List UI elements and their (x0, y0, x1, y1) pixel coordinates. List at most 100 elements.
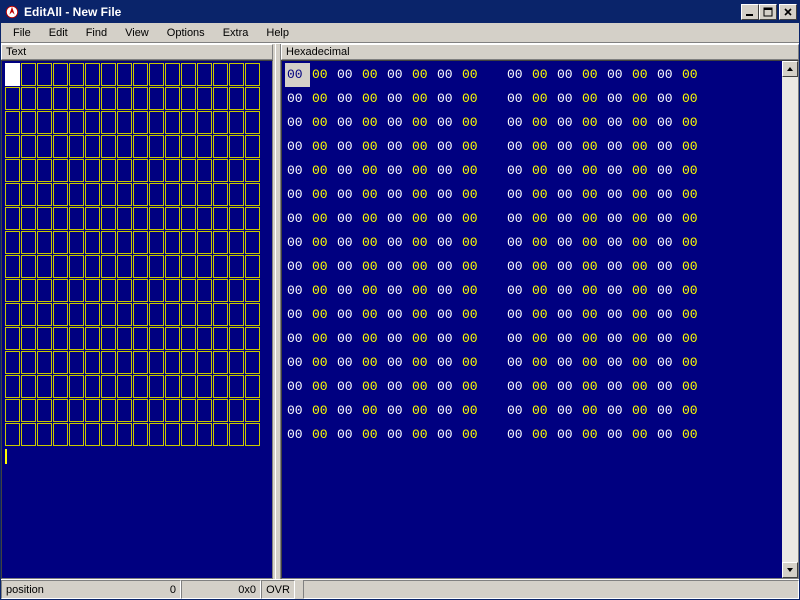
hex-byte[interactable]: 00 (680, 159, 705, 183)
hex-byte[interactable]: 00 (410, 423, 435, 447)
text-glyph[interactable] (165, 255, 180, 278)
hex-byte[interactable]: 00 (335, 255, 360, 279)
text-glyph[interactable] (37, 279, 52, 302)
hex-byte[interactable]: 00 (335, 423, 360, 447)
menu-file[interactable]: File (5, 25, 39, 41)
text-glyph[interactable] (69, 327, 84, 350)
text-glyph[interactable] (181, 231, 196, 254)
hex-byte[interactable]: 00 (505, 111, 530, 135)
hex-byte[interactable]: 00 (530, 183, 555, 207)
text-glyph[interactable] (53, 279, 68, 302)
hex-byte[interactable]: 00 (335, 135, 360, 159)
text-glyph[interactable] (5, 279, 20, 302)
text-glyph[interactable] (69, 399, 84, 422)
text-glyph[interactable] (213, 279, 228, 302)
hex-byte[interactable]: 00 (335, 63, 360, 87)
text-glyph[interactable] (165, 303, 180, 326)
text-glyph[interactable] (37, 255, 52, 278)
text-glyph[interactable] (37, 327, 52, 350)
text-glyph[interactable] (213, 135, 228, 158)
hex-byte[interactable]: 00 (360, 63, 385, 87)
text-glyph[interactable] (53, 255, 68, 278)
hex-byte[interactable]: 00 (680, 423, 705, 447)
text-glyph[interactable] (117, 399, 132, 422)
hex-byte[interactable]: 00 (655, 399, 680, 423)
hex-byte[interactable]: 00 (285, 255, 310, 279)
text-glyph[interactable] (149, 279, 164, 302)
hex-byte[interactable]: 00 (630, 279, 655, 303)
hex-byte[interactable]: 00 (655, 111, 680, 135)
hex-byte[interactable]: 00 (435, 231, 460, 255)
hex-byte[interactable]: 00 (680, 303, 705, 327)
hex-byte[interactable]: 00 (310, 351, 335, 375)
text-glyph[interactable] (5, 375, 20, 398)
hex-byte[interactable]: 00 (605, 279, 630, 303)
text-glyph[interactable] (229, 159, 244, 182)
text-glyph[interactable] (69, 63, 84, 86)
text-glyph[interactable] (117, 87, 132, 110)
hex-byte[interactable]: 00 (605, 111, 630, 135)
text-glyph[interactable] (165, 207, 180, 230)
text-glyph[interactable] (101, 303, 116, 326)
hex-byte[interactable]: 00 (460, 135, 485, 159)
hex-byte[interactable]: 00 (605, 63, 630, 87)
text-glyph[interactable] (149, 231, 164, 254)
text-glyph[interactable] (21, 255, 36, 278)
text-glyph[interactable] (85, 135, 100, 158)
hex-byte[interactable]: 00 (435, 87, 460, 111)
text-glyph[interactable] (21, 87, 36, 110)
text-glyph[interactable] (37, 399, 52, 422)
text-glyph[interactable] (101, 63, 116, 86)
hex-byte[interactable]: 00 (605, 399, 630, 423)
hex-byte[interactable]: 00 (310, 135, 335, 159)
hex-byte[interactable]: 00 (680, 399, 705, 423)
text-glyph[interactable] (229, 87, 244, 110)
text-glyph[interactable] (149, 423, 164, 446)
hex-byte[interactable]: 00 (530, 351, 555, 375)
menu-view[interactable]: View (117, 25, 157, 41)
text-glyph[interactable] (85, 87, 100, 110)
text-glyph[interactable] (213, 255, 228, 278)
text-glyph[interactable] (149, 207, 164, 230)
hex-byte[interactable]: 00 (605, 375, 630, 399)
maximize-button[interactable] (759, 4, 777, 20)
hex-byte[interactable]: 00 (630, 351, 655, 375)
text-glyph[interactable] (181, 327, 196, 350)
hex-byte[interactable]: 00 (655, 279, 680, 303)
text-glyph[interactable] (117, 255, 132, 278)
text-glyph[interactable] (21, 375, 36, 398)
text-glyph[interactable] (181, 159, 196, 182)
hex-byte[interactable]: 00 (285, 303, 310, 327)
text-glyph[interactable] (101, 183, 116, 206)
hex-byte[interactable]: 00 (460, 351, 485, 375)
hex-byte[interactable]: 00 (335, 327, 360, 351)
text-glyph[interactable] (37, 87, 52, 110)
text-editor[interactable] (1, 60, 273, 579)
text-glyph[interactable] (133, 423, 148, 446)
text-glyph[interactable] (37, 375, 52, 398)
hex-byte[interactable]: 00 (530, 159, 555, 183)
menu-extra[interactable]: Extra (215, 25, 257, 41)
text-glyph[interactable] (5, 255, 20, 278)
text-glyph[interactable] (213, 351, 228, 374)
text-glyph[interactable] (21, 327, 36, 350)
hex-byte[interactable]: 00 (655, 423, 680, 447)
text-glyph[interactable] (101, 159, 116, 182)
hex-byte[interactable]: 00 (655, 303, 680, 327)
text-glyph[interactable] (21, 111, 36, 134)
hex-byte[interactable]: 00 (410, 231, 435, 255)
hex-byte[interactable]: 00 (435, 327, 460, 351)
hex-byte[interactable]: 00 (530, 63, 555, 87)
text-glyph[interactable] (197, 159, 212, 182)
text-glyph[interactable] (245, 303, 260, 326)
text-glyph[interactable] (5, 303, 20, 326)
text-glyph[interactable] (245, 423, 260, 446)
menu-help[interactable]: Help (258, 25, 297, 41)
text-glyph[interactable] (69, 423, 84, 446)
hex-byte[interactable]: 00 (385, 87, 410, 111)
hex-byte[interactable]: 00 (360, 255, 385, 279)
hex-byte[interactable]: 00 (285, 111, 310, 135)
text-glyph[interactable] (197, 231, 212, 254)
text-glyph[interactable] (85, 231, 100, 254)
hex-byte[interactable]: 00 (605, 87, 630, 111)
